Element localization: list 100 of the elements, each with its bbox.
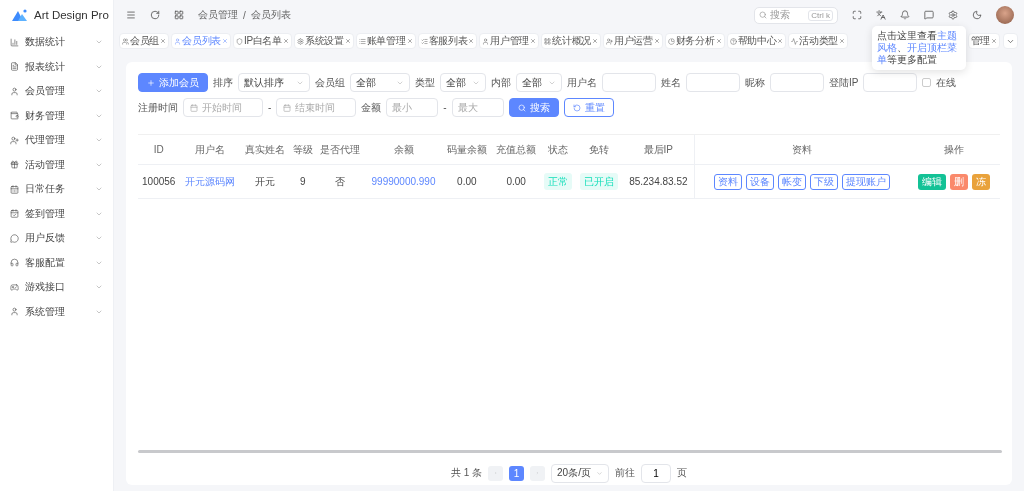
select-field[interactable]: 全部 (516, 73, 562, 92)
data-button[interactable]: 帐变 (777, 173, 806, 190)
shortcut-key: Ctrl k (808, 9, 833, 21)
column-header: 免转 (575, 134, 623, 165)
sidebar-item[interactable]: 游戏接口 (0, 275, 113, 300)
username-link[interactable]: 开元源码网 (179, 164, 241, 199)
close-icon[interactable] (591, 38, 598, 44)
tab[interactable]: 财务分析 (664, 33, 725, 49)
column-header: 是否代理 (315, 134, 365, 165)
close-icon[interactable] (468, 38, 475, 44)
translate-icon[interactable] (876, 10, 886, 20)
select-field[interactable]: 全部 (440, 73, 486, 92)
tab[interactable]: 活动类型 (788, 33, 849, 49)
sidebar-item[interactable]: 系统管理 (0, 299, 113, 324)
sidebar-item[interactable]: 日常任务 (0, 177, 113, 202)
tab[interactable]: IP白名单 (232, 33, 292, 49)
tab[interactable]: 系统设置 (293, 33, 354, 49)
close-icon[interactable] (839, 38, 846, 44)
checkbox-label: 在线 (936, 75, 957, 90)
tab[interactable]: 会员列表 (171, 33, 231, 49)
filter-label: 排序 (213, 75, 233, 90)
menu-item-icon (10, 62, 19, 72)
tab[interactable]: 会员组 (119, 33, 170, 49)
tab[interactable]: 管理 (967, 33, 1000, 49)
select-field[interactable]: 默认排序 (238, 73, 310, 92)
breadcrumb-item[interactable]: 会员管理 (198, 8, 238, 22)
menu-icon[interactable] (126, 10, 136, 20)
close-icon[interactable] (406, 38, 413, 44)
balance-link[interactable]: 99990000.990 (364, 164, 443, 199)
sidebar-item[interactable]: 数据统计 (0, 30, 113, 55)
menu-item-icon (10, 233, 19, 243)
input-field[interactable] (602, 73, 656, 92)
tab[interactable]: 帮助中心 (726, 33, 787, 49)
input-field[interactable] (863, 73, 918, 92)
input-field[interactable] (686, 73, 740, 92)
tab[interactable]: 用户运营 (602, 33, 663, 49)
menu-item-icon (10, 135, 19, 145)
total-count: 共 1 条 (450, 466, 483, 480)
menu-item-icon (10, 37, 19, 47)
tab-icon (122, 37, 129, 45)
reset-button[interactable]: 重置 (563, 98, 614, 117)
reset-icon (572, 103, 581, 112)
menu-item-icon (10, 307, 19, 317)
breadcrumb-item[interactable]: 会员列表 (250, 8, 291, 22)
data-button[interactable]: 下级 (809, 173, 838, 190)
moon-icon[interactable] (972, 10, 982, 20)
tab[interactable]: 统计概况 (541, 33, 601, 49)
tab[interactable]: 客服列表 (417, 33, 478, 49)
tab[interactable]: 用户管理 (479, 33, 540, 49)
close-icon[interactable] (777, 38, 784, 44)
input-field[interactable]: 最大 (451, 98, 504, 117)
sidebar-item[interactable]: 会员管理 (0, 79, 113, 104)
menu-item-icon (10, 111, 19, 121)
close-icon[interactable] (282, 38, 289, 44)
tab-icon (420, 37, 428, 45)
chat-icon[interactable] (924, 10, 934, 20)
select-field[interactable]: 全部 (350, 73, 410, 92)
grid-icon[interactable] (174, 10, 184, 20)
refresh-icon[interactable] (150, 10, 160, 20)
table-cell: 开元 (240, 164, 290, 199)
goto-label: 前往 (615, 466, 636, 480)
filter-label: 登陆IP (829, 75, 859, 90)
column-header: 最后IP (622, 134, 695, 165)
data-button[interactable]: 提现账户 (841, 173, 890, 190)
close-icon[interactable] (715, 38, 722, 44)
sidebar-item[interactable]: 报表统计 (0, 54, 113, 79)
range-dash: - (268, 102, 272, 113)
tab[interactable]: 账单管理 (355, 33, 416, 49)
bell-icon[interactable] (900, 10, 910, 20)
breadcrumb-separator: / (243, 9, 246, 21)
column-header: 码量余额 (442, 134, 492, 165)
close-icon[interactable] (530, 38, 537, 44)
column-header: 真实姓名 (240, 134, 290, 165)
close-icon[interactable] (221, 38, 228, 44)
close-icon[interactable] (160, 38, 167, 44)
more-tabs-button[interactable] (1003, 33, 1018, 49)
data-button[interactable]: 设备 (745, 173, 774, 190)
table-cell: 85.234.83.52 (622, 164, 695, 199)
menu-item-icon (10, 209, 19, 219)
close-icon[interactable] (344, 38, 351, 44)
sidebar-item[interactable]: 签到管理 (0, 201, 113, 226)
input-field[interactable]: 最小 (386, 98, 439, 117)
column-header: 等级 (289, 134, 316, 165)
sidebar-item[interactable]: 活动管理 (0, 152, 113, 177)
sidebar-item[interactable]: 财务管理 (0, 103, 113, 128)
sidebar-item[interactable]: 用户反馈 (0, 226, 113, 251)
page-input[interactable]: 1 (641, 463, 672, 483)
settings-icon[interactable] (948, 10, 958, 20)
close-icon[interactable] (653, 38, 660, 44)
column-header: 状态 (540, 134, 576, 165)
close-icon[interactable] (991, 38, 997, 44)
page-size-select[interactable]: 20条/页 (551, 463, 610, 483)
sidebar-item[interactable]: 客服配置 (0, 250, 113, 275)
checkbox[interactable] (922, 78, 932, 87)
sidebar-item[interactable]: 代理管理 (0, 128, 113, 153)
fullscreen-icon[interactable] (852, 10, 862, 20)
scrollbar[interactable] (138, 450, 1002, 453)
input-field[interactable] (770, 73, 824, 92)
filter-label: 姓名 (661, 75, 681, 90)
avatar[interactable] (996, 6, 1014, 24)
